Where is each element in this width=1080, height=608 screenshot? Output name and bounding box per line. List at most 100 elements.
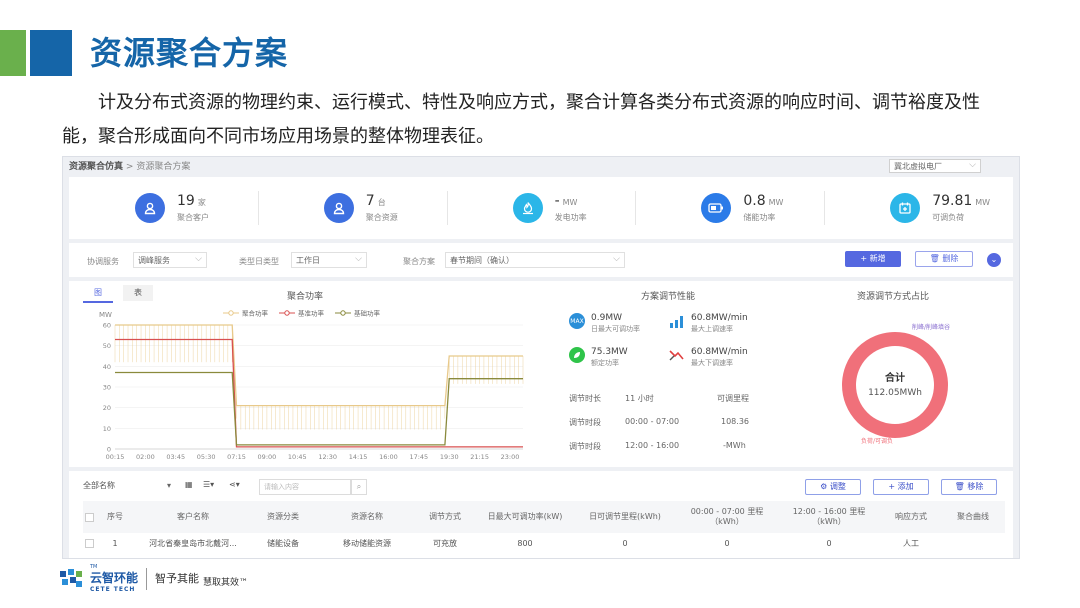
header-cell[interactable]: 12:00 - 16:00 里程（kWh） — [779, 501, 879, 533]
perf-max-up-rate: 60.8MW/min 最大上调速率 — [669, 313, 748, 334]
search-input[interactable]: 请输入内容 — [259, 479, 351, 495]
header-cell[interactable]: 调节方式 — [417, 501, 473, 533]
stat-adjustable-load: 79.81 MW 可调负荷 — [824, 177, 1013, 239]
header-cell[interactable]: 资源分类 — [251, 501, 315, 533]
leaf-icon — [569, 347, 585, 363]
search-icon[interactable]: ⌕ — [351, 479, 367, 495]
legend-label: 基准功率 — [298, 309, 325, 318]
adjust-button[interactable]: ⚙ 调整 — [805, 479, 861, 495]
app-screenshot: 资源聚合仿真 > 资源聚合方案 冀北虚拟电厂 19家聚合客户 7台聚合资源 -M… — [62, 156, 1020, 559]
legend-label: 聚合功率 — [242, 309, 269, 318]
plant-select[interactable]: 冀北虚拟电厂 — [889, 158, 981, 173]
logo-text: TM 云智环能 CETE TECH — [90, 562, 138, 595]
x-tick-label: 23:00 — [501, 453, 520, 461]
stat-label: 聚合客户 — [177, 213, 209, 222]
header-cell[interactable]: 响应方式 — [883, 501, 939, 533]
legend-marker — [228, 310, 234, 316]
y-tick-label: 60 — [103, 322, 111, 330]
scheme-select[interactable]: 春节期间（确认） — [445, 251, 625, 268]
user-icon — [135, 193, 165, 223]
stat-value: 7 — [365, 193, 375, 209]
table-cell: 可充放 — [433, 538, 457, 548]
stat-unit: 台 — [377, 198, 386, 207]
stat-value: 19 — [177, 193, 195, 209]
x-tick-label: 16:00 — [379, 453, 398, 461]
stat-storage: 0.8 MW 储能功率 — [635, 177, 824, 239]
donut-ring — [842, 332, 948, 438]
table-row[interactable]: 1 河北省秦皇岛市北戴河... 储能设备 移动储能资源 可充放 800 0 0 … — [83, 533, 1005, 553]
new-button[interactable]: + 新增 — [845, 251, 901, 267]
user-icon — [323, 193, 354, 223]
legend-marker — [284, 310, 290, 316]
perf-max-power: MAX 0.9MW 日最大可调功率 — [569, 313, 640, 334]
x-tick-label: 05:30 — [197, 453, 216, 461]
delete-button[interactable]: 🗑 删除 — [915, 251, 973, 267]
donut-legend-a: 削峰/削峰填谷 — [912, 323, 950, 331]
breadcrumb-root[interactable]: 资源聚合仿真 — [69, 162, 123, 172]
series-line — [115, 324, 523, 407]
header-cell[interactable]: 聚合曲线 — [945, 501, 1001, 533]
tab-table[interactable]: 表 — [123, 285, 153, 301]
x-tick-label: 14:15 — [349, 453, 368, 461]
slide-body-text: 计及分布式资源的物理约束、运行模式、特性及响应方式，聚合计算各类分布式资源的响应… — [62, 92, 980, 147]
x-tick-label: 09:00 — [258, 453, 277, 461]
breadcrumb: 资源聚合仿真 > 资源聚合方案 — [69, 159, 190, 172]
slide-bar-green — [0, 30, 26, 76]
stat-unit: MW — [562, 198, 578, 207]
stat-value: 79.81 — [932, 193, 973, 209]
adjust-value: 00:00 - 07:00 — [625, 417, 680, 426]
stat-unit: MW — [768, 198, 784, 207]
ratio-donut: 合计 112.05MWh 削峰/削峰填谷 负荷/可调负 — [842, 323, 950, 445]
row-checkbox[interactable] — [83, 533, 95, 553]
list-icon[interactable]: ☰▾ — [203, 480, 214, 489]
perf-value: 60.8MW/min — [691, 313, 748, 323]
slide-bar-blue — [30, 30, 72, 76]
table-cell: 河北省秦皇岛市北戴河... — [149, 538, 237, 548]
x-tick-label: 19:30 — [440, 453, 459, 461]
header-cell[interactable]: 客户名称 — [137, 501, 249, 533]
share-icon[interactable]: ⋖▾ — [229, 480, 240, 489]
stat-label: 储能功率 — [743, 213, 776, 222]
slogan-line-1: 智予其能 — [155, 571, 200, 585]
service-label: 协调服务 — [87, 257, 119, 266]
stat-label: 聚合资源 — [365, 213, 398, 222]
x-tick-label: 03:45 — [166, 453, 185, 461]
perf-label: 最大下调速率 — [691, 359, 733, 367]
stats-bar: 19 家聚合客户 7 台聚合资源 - MW 发电功率 0.8 MW 储能功率 79.81 MW… — [69, 177, 1013, 239]
stat-customers: 19 家聚合客户 — [69, 177, 258, 239]
logo-mark-icon — [58, 567, 86, 591]
header-cell[interactable]: 日最大可调功率(kW) — [477, 501, 573, 533]
stat-generation: - MW 发电功率 — [446, 177, 636, 239]
daytype-select[interactable]: 工作日 — [291, 251, 367, 268]
perf-max-down-rate: 60.8MW/min 最大下调速率 — [669, 347, 748, 368]
tab-chart[interactable]: 图 — [83, 285, 113, 303]
trash-icon: 🗑 — [954, 482, 965, 491]
table-cell: 储能设备 — [267, 538, 299, 548]
logo-cn: 云智环能 — [90, 571, 139, 585]
header-cell[interactable]: 序号 — [101, 501, 129, 533]
ratio-panel-title: 资源调节方式占比 — [857, 292, 930, 302]
row-checkbox[interactable] — [83, 501, 95, 533]
table-header: 序号 客户名称 资源分类 资源名称 调节方式 日最大可调功率(kW) 日可调节里… — [83, 501, 1005, 533]
add-button[interactable]: + 添加 — [873, 479, 929, 495]
daytype-label: 类型日类型 — [239, 257, 279, 266]
adjust-value-2: -MWh — [723, 441, 746, 450]
grid-icon[interactable]: ▦ — [185, 480, 193, 489]
x-tick-label: 02:00 — [136, 453, 155, 461]
name-filter-select[interactable]: 全部名称 — [83, 479, 173, 493]
adjust-key: 调节时段 — [569, 418, 601, 427]
header-cell[interactable]: 00:00 - 07:00 里程（kWh） — [677, 501, 777, 533]
slide-title: 资源聚合方案 — [90, 34, 289, 72]
slogan: 智予其能 — [155, 571, 200, 585]
y-tick-label: 40 — [103, 363, 111, 371]
donut-center-label: 合计 — [884, 371, 905, 384]
x-tick-label: 17:45 — [409, 453, 428, 461]
power-panel-title: 聚合功率 — [287, 292, 324, 302]
chevron-down-icon[interactable]: ⌄ — [987, 253, 1001, 267]
stat-resources: 7 台聚合资源 — [257, 177, 447, 239]
header-cell[interactable]: 日可调节里程(kWh) — [577, 501, 673, 533]
remove-button[interactable]: 🗑 移除 — [941, 479, 997, 495]
service-select[interactable]: 调峰服务 — [133, 251, 207, 268]
y-tick-label: 10 — [103, 425, 111, 433]
header-cell[interactable]: 资源名称 — [319, 501, 415, 533]
